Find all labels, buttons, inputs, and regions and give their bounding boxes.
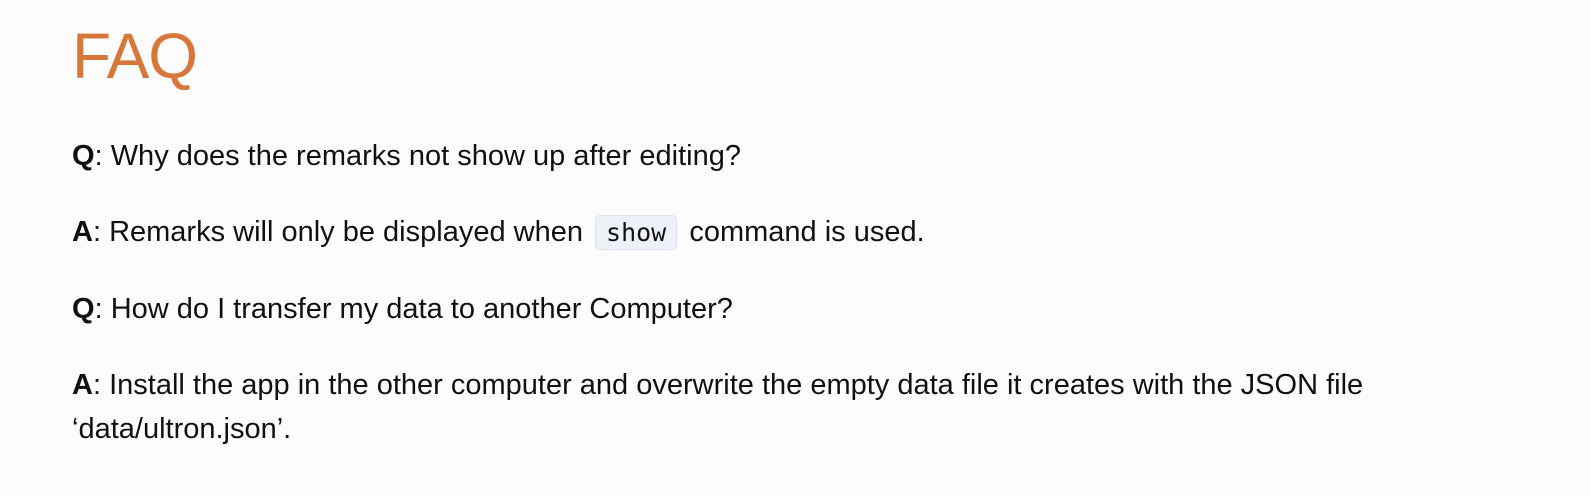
answer-text-after: command is used.: [689, 216, 925, 248]
label-separator: :: [94, 140, 111, 172]
faq-answer-2: A: Install the app in the other computer…: [72, 363, 1530, 451]
question-text: How do I transfer my data to another Com…: [110, 293, 733, 325]
question-label: Q: [72, 293, 95, 325]
question-text: Why does the remarks not show up after e…: [110, 140, 741, 172]
answer-text: Install the app in the other computer an…: [72, 369, 1364, 445]
faq-answer-1: A: Remarks will only be displayed when s…: [72, 210, 1530, 255]
document: FAQ Q: Why does the remarks not show up …: [0, 0, 1590, 496]
inline-code-show: show: [595, 215, 678, 250]
faq-question-1: Q: Why does the remarks not show up afte…: [72, 134, 1530, 178]
answer-label: A: [72, 216, 93, 248]
label-separator: :: [92, 216, 110, 248]
label-separator: :: [92, 369, 110, 401]
answer-text-before: Remarks will only be displayed when: [109, 216, 583, 248]
faq-question-2: Q: How do I transfer my data to another …: [72, 287, 1530, 331]
answer-label: A: [72, 369, 93, 401]
question-label: Q: [72, 140, 95, 172]
label-separator: :: [94, 293, 111, 325]
page-title: FAQ: [72, 20, 198, 92]
